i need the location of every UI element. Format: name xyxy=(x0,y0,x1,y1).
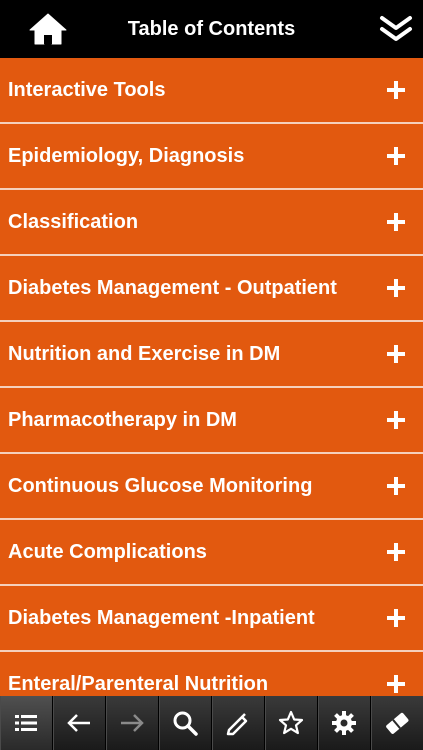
toc-row[interactable]: Diabetes Management - Outpatient xyxy=(0,256,423,322)
forward-button[interactable] xyxy=(106,696,159,750)
bottom-toolbar xyxy=(0,696,423,750)
highlight-button[interactable] xyxy=(212,696,265,750)
search-button[interactable] xyxy=(159,696,212,750)
plus-icon[interactable] xyxy=(387,675,405,693)
search-icon xyxy=(173,711,198,736)
settings-button[interactable] xyxy=(318,696,371,750)
back-button[interactable] xyxy=(53,696,106,750)
toc-row-label: Classification xyxy=(8,210,139,233)
page-title: Table of Contents xyxy=(127,18,296,40)
toc-row[interactable]: Acute Complications xyxy=(0,520,423,586)
highlighter-icon xyxy=(226,713,248,736)
toc-row-label: Acute Complications xyxy=(8,540,207,563)
contents-button[interactable] xyxy=(0,696,53,750)
list-icon xyxy=(15,715,37,731)
toc-row[interactable]: Interactive Tools xyxy=(0,58,423,124)
toc-row[interactable]: Continuous Glucose Monitoring xyxy=(0,454,423,520)
plus-icon[interactable] xyxy=(387,477,405,495)
plus-icon[interactable] xyxy=(387,543,405,561)
toc-row-label: Pharmacotherapy in DM xyxy=(8,408,237,431)
toc-row[interactable]: Epidemiology, Diagnosis xyxy=(0,124,423,190)
toc-row-label: Nutrition and Exercise in DM xyxy=(8,342,281,365)
toc-row[interactable]: Pharmacotherapy in DM xyxy=(0,388,423,454)
toc-row-label: Enteral/Parenteral Nutrition xyxy=(8,672,269,695)
star-icon xyxy=(278,710,304,735)
eraser-icon xyxy=(386,712,409,734)
toc-row-label: Epidemiology, Diagnosis xyxy=(8,144,245,167)
collapse-all-button[interactable] xyxy=(379,14,413,44)
toc-row[interactable]: Enteral/Parenteral Nutrition xyxy=(0,652,423,696)
plus-icon[interactable] xyxy=(387,609,405,627)
plus-icon[interactable] xyxy=(387,279,405,297)
toc-row-label: Continuous Glucose Monitoring xyxy=(8,474,313,497)
plus-icon[interactable] xyxy=(387,411,405,429)
gear-icon xyxy=(332,711,356,735)
plus-icon[interactable] xyxy=(387,345,405,363)
top-bar: Table of Contents xyxy=(0,0,423,58)
eraser-button[interactable] xyxy=(371,696,423,750)
favorites-button[interactable] xyxy=(265,696,318,750)
toc-list: Interactive Tools Epidemiology, Diagnosi… xyxy=(0,58,423,696)
toc-row-label: Interactive Tools xyxy=(8,78,166,101)
plus-icon[interactable] xyxy=(387,213,405,231)
plus-icon[interactable] xyxy=(387,81,405,99)
toc-row-label: Diabetes Management - Outpatient xyxy=(8,276,337,299)
double-chevron-down-icon xyxy=(380,16,412,41)
plus-icon[interactable] xyxy=(387,147,405,165)
toc-row[interactable]: Nutrition and Exercise in DM xyxy=(0,322,423,388)
back-arrow-icon xyxy=(67,714,90,732)
toc-row[interactable]: Diabetes Management -Inpatient xyxy=(0,586,423,652)
toc-row[interactable]: Classification xyxy=(0,190,423,256)
forward-arrow-icon xyxy=(121,714,144,732)
toc-row-label: Diabetes Management -Inpatient xyxy=(8,606,315,629)
